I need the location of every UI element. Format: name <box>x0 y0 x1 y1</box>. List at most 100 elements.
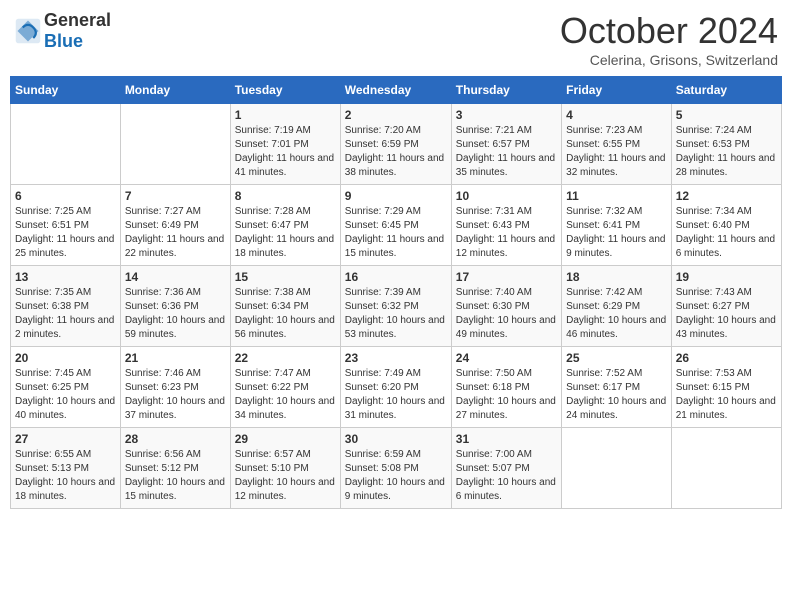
day-info: Sunrise: 7:20 AM Sunset: 6:59 PM Dayligh… <box>345 124 447 180</box>
calendar-cell: 5 Sunrise: 7:24 AM Sunset: 6:53 PM Daylig… <box>671 104 781 185</box>
day-number: 7 <box>125 189 226 203</box>
day-info: Sunrise: 7:31 AM Sunset: 6:43 PM Dayligh… <box>456 205 557 261</box>
calendar-cell: 29Sunrise: 6:57 AM Sunset: 5:10 PM Dayli… <box>230 428 340 509</box>
day-info: Sunrise: 6:56 AM Sunset: 5:12 PM Dayligh… <box>125 448 226 504</box>
day-number: 18 <box>566 270 667 284</box>
calendar-week-4: 20 Sunrise: 7:45 AM Sunset: 6:25 PM Dayli… <box>11 347 782 428</box>
calendar-header-row: SundayMondayTuesdayWednesdayThursdayFrid… <box>11 77 782 104</box>
day-info: Sunrise: 7:42 AM Sunset: 6:29 PM Dayligh… <box>566 286 667 342</box>
day-number: 12 <box>676 189 777 203</box>
day-info: Sunrise: 7:49 AM Sunset: 6:20 PM Dayligh… <box>345 367 447 423</box>
day-number: 20 <box>15 351 116 365</box>
calendar-week-1: 1 Sunrise: 7:19 AM Sunset: 7:01 PM Daylig… <box>11 104 782 185</box>
day-number: 26 <box>676 351 777 365</box>
day-info: Sunrise: 7:25 AM Sunset: 6:51 PM Dayligh… <box>15 205 116 261</box>
calendar-cell: 28 Sunrise: 6:56 AM Sunset: 5:12 PM Dayli… <box>120 428 230 509</box>
calendar-cell: 9 Sunrise: 7:29 AM Sunset: 6:45 PM Daylig… <box>340 185 451 266</box>
calendar-cell: 6 Sunrise: 7:25 AM Sunset: 6:51 PM Daylig… <box>11 185 121 266</box>
day-number: 23 <box>345 351 447 365</box>
calendar-cell: 18 Sunrise: 7:42 AM Sunset: 6:29 PM Dayli… <box>562 266 672 347</box>
header-friday: Friday <box>562 77 672 104</box>
calendar-cell: 23 Sunrise: 7:49 AM Sunset: 6:20 PM Dayli… <box>340 347 451 428</box>
header-saturday: Saturday <box>671 77 781 104</box>
day-number: 15 <box>235 270 336 284</box>
day-info: Sunrise: 7:53 AM Sunset: 6:15 PM Dayligh… <box>676 367 777 423</box>
calendar-body: 1 Sunrise: 7:19 AM Sunset: 7:01 PM Daylig… <box>11 104 782 509</box>
day-number: 17 <box>456 270 557 284</box>
calendar-cell: 2Sunrise: 7:20 AM Sunset: 6:59 PM Daylig… <box>340 104 451 185</box>
day-number: 5 <box>676 108 777 122</box>
day-info: Sunrise: 7:50 AM Sunset: 6:18 PM Dayligh… <box>456 367 557 423</box>
month-title: October 2024 <box>560 10 778 52</box>
calendar-cell <box>11 104 121 185</box>
day-number: 11 <box>566 189 667 203</box>
calendar-cell <box>120 104 230 185</box>
day-info: Sunrise: 7:52 AM Sunset: 6:17 PM Dayligh… <box>566 367 667 423</box>
location-subtitle: Celerina, Grisons, Switzerland <box>560 52 778 68</box>
day-number: 22 <box>235 351 336 365</box>
header-thursday: Thursday <box>451 77 561 104</box>
header-wednesday: Wednesday <box>340 77 451 104</box>
calendar-cell: 1 Sunrise: 7:19 AM Sunset: 7:01 PM Daylig… <box>230 104 340 185</box>
calendar-cell: 7 Sunrise: 7:27 AM Sunset: 6:49 PM Daylig… <box>120 185 230 266</box>
calendar-cell <box>671 428 781 509</box>
day-info: Sunrise: 7:35 AM Sunset: 6:38 PM Dayligh… <box>15 286 116 342</box>
day-number: 8 <box>235 189 336 203</box>
day-info: Sunrise: 7:23 AM Sunset: 6:55 PM Dayligh… <box>566 124 667 180</box>
day-info: Sunrise: 7:28 AM Sunset: 6:47 PM Dayligh… <box>235 205 336 261</box>
logo-blue: Blue <box>44 31 83 51</box>
day-number: 6 <box>15 189 116 203</box>
day-number: 31 <box>456 432 557 446</box>
day-info: Sunrise: 6:55 AM Sunset: 5:13 PM Dayligh… <box>15 448 116 504</box>
calendar-cell: 10 Sunrise: 7:31 AM Sunset: 6:43 PM Dayli… <box>451 185 561 266</box>
day-number: 27 <box>15 432 116 446</box>
day-info: Sunrise: 7:19 AM Sunset: 7:01 PM Dayligh… <box>235 124 336 180</box>
day-info: Sunrise: 7:27 AM Sunset: 6:49 PM Dayligh… <box>125 205 226 261</box>
day-info: Sunrise: 7:47 AM Sunset: 6:22 PM Dayligh… <box>235 367 336 423</box>
calendar-cell: 8 Sunrise: 7:28 AM Sunset: 6:47 PM Daylig… <box>230 185 340 266</box>
day-number: 29 <box>235 432 336 446</box>
calendar-cell: 15 Sunrise: 7:38 AM Sunset: 6:34 PM Dayli… <box>230 266 340 347</box>
day-info: Sunrise: 6:59 AM Sunset: 5:08 PM Dayligh… <box>345 448 447 504</box>
calendar-week-2: 6 Sunrise: 7:25 AM Sunset: 6:51 PM Daylig… <box>11 185 782 266</box>
day-number: 30 <box>345 432 447 446</box>
day-number: 9 <box>345 189 447 203</box>
calendar-cell: 20 Sunrise: 7:45 AM Sunset: 6:25 PM Dayli… <box>11 347 121 428</box>
day-info: Sunrise: 7:29 AM Sunset: 6:45 PM Dayligh… <box>345 205 447 261</box>
day-number: 3 <box>456 108 557 122</box>
day-number: 10 <box>456 189 557 203</box>
calendar-cell: 31Sunrise: 7:00 AM Sunset: 5:07 PM Dayli… <box>451 428 561 509</box>
day-info: Sunrise: 7:34 AM Sunset: 6:40 PM Dayligh… <box>676 205 777 261</box>
header-tuesday: Tuesday <box>230 77 340 104</box>
calendar-cell: 13 Sunrise: 7:35 AM Sunset: 6:38 PM Dayli… <box>11 266 121 347</box>
day-number: 25 <box>566 351 667 365</box>
day-info: Sunrise: 7:43 AM Sunset: 6:27 PM Dayligh… <box>676 286 777 342</box>
day-number: 28 <box>125 432 226 446</box>
calendar-cell: 30 Sunrise: 6:59 AM Sunset: 5:08 PM Dayli… <box>340 428 451 509</box>
calendar-cell: 19 Sunrise: 7:43 AM Sunset: 6:27 PM Dayli… <box>671 266 781 347</box>
day-info: Sunrise: 7:45 AM Sunset: 6:25 PM Dayligh… <box>15 367 116 423</box>
calendar-cell: 3Sunrise: 7:21 AM Sunset: 6:57 PM Daylig… <box>451 104 561 185</box>
day-number: 13 <box>15 270 116 284</box>
calendar-cell: 14 Sunrise: 7:36 AM Sunset: 6:36 PM Dayli… <box>120 266 230 347</box>
day-info: Sunrise: 7:38 AM Sunset: 6:34 PM Dayligh… <box>235 286 336 342</box>
day-number: 19 <box>676 270 777 284</box>
calendar-cell: 12 Sunrise: 7:34 AM Sunset: 6:40 PM Dayli… <box>671 185 781 266</box>
day-number: 14 <box>125 270 226 284</box>
calendar-cell: 26 Sunrise: 7:53 AM Sunset: 6:15 PM Dayli… <box>671 347 781 428</box>
day-number: 21 <box>125 351 226 365</box>
calendar-table: SundayMondayTuesdayWednesdayThursdayFrid… <box>10 76 782 509</box>
day-info: Sunrise: 7:36 AM Sunset: 6:36 PM Dayligh… <box>125 286 226 342</box>
day-number: 1 <box>235 108 336 122</box>
title-block: October 2024 Celerina, Grisons, Switzerl… <box>560 10 778 68</box>
day-info: Sunrise: 7:32 AM Sunset: 6:41 PM Dayligh… <box>566 205 667 261</box>
header-monday: Monday <box>120 77 230 104</box>
day-info: Sunrise: 7:24 AM Sunset: 6:53 PM Dayligh… <box>676 124 777 180</box>
page-header: General Blue October 2024 Celerina, Gris… <box>10 10 782 68</box>
calendar-cell: 16Sunrise: 7:39 AM Sunset: 6:32 PM Dayli… <box>340 266 451 347</box>
header-sunday: Sunday <box>11 77 121 104</box>
calendar-cell: 27 Sunrise: 6:55 AM Sunset: 5:13 PM Dayli… <box>11 428 121 509</box>
calendar-cell: 24Sunrise: 7:50 AM Sunset: 6:18 PM Dayli… <box>451 347 561 428</box>
calendar-week-3: 13 Sunrise: 7:35 AM Sunset: 6:38 PM Dayli… <box>11 266 782 347</box>
calendar-cell: 17Sunrise: 7:40 AM Sunset: 6:30 PM Dayli… <box>451 266 561 347</box>
